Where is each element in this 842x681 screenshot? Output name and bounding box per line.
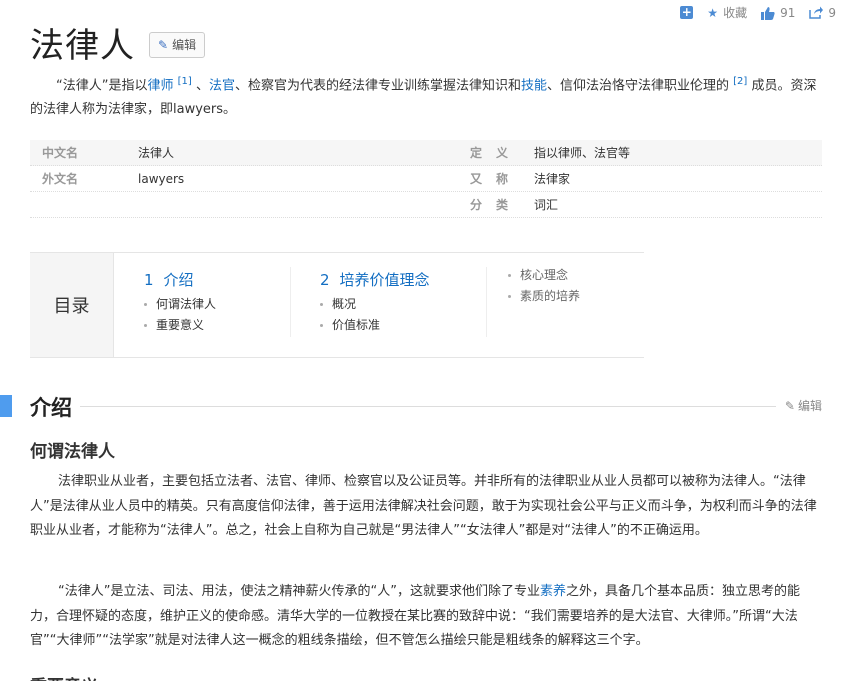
link-skill[interactable]: 技能 (521, 78, 547, 93)
basic-info-box: 中文名 法律人 定义 指以律师、法官等 外文名 lawyers 又称 法律家 分类 词汇 (30, 140, 822, 218)
top-toolbar: + ★ 收藏 91 9 (680, 4, 836, 21)
info-label: 外文名 (42, 172, 79, 186)
summary: “法律人”是指以律师 [1] 、法官、检察官为代表的经法律专业训练掌握法律知识和… (30, 70, 822, 122)
title-row: 法律人 ✎ 编辑 (30, 18, 206, 67)
toc-title: 培养价值理念 (339, 271, 430, 289)
section-marker (0, 395, 12, 417)
link-lawyer[interactable]: 律师 (147, 78, 173, 93)
thumbs-up-icon (761, 6, 775, 20)
info-value: lawyers (138, 171, 185, 186)
plus-square-icon[interactable]: + (680, 6, 694, 19)
toc-title: 介绍 (163, 271, 194, 289)
info-label: 定义 (469, 146, 522, 160)
section-edit-button[interactable]: ✎ 编辑 (785, 397, 822, 414)
paragraph-text: “法律人”是立法、司法、用法，使法之精神薪火传承的“人”，这就要求他们除了专业 (58, 584, 540, 599)
pencil-icon: ✎ (784, 398, 795, 413)
info-label: 分类 (469, 198, 522, 212)
edit-label: 编辑 (172, 38, 197, 52)
summary-text: 、检察官为代表的经法律专业训练掌握法律知识和 (234, 78, 521, 94)
info-value: 指以律师、法官等 (534, 146, 631, 160)
link-literacy[interactable]: 素养 (540, 584, 566, 599)
toc-item[interactable]: 价值标准 (320, 315, 430, 336)
info-row: 中文名 法律人 定义 指以律师、法官等 (30, 140, 822, 166)
toc-item[interactable]: 素质的培养 (508, 286, 580, 307)
summary-text: 、信仰法治恪守法律职业伦理的 (547, 78, 730, 94)
summary-text: “法律人”是指以 (56, 78, 148, 94)
toc-item[interactable]: 概况 (320, 294, 430, 315)
info-value: 法律家 (534, 172, 571, 186)
section-header: 介绍 ✎ 编辑 (0, 392, 822, 422)
info-label: 中文名 (42, 146, 79, 160)
info-row: 外文名 lawyers 又称 法律家 (30, 166, 822, 192)
paragraph: “法律人”是立法、司法、用法，使法之精神薪火传承的“人”，这就要求他们除了专业素… (30, 580, 822, 654)
toc-number: 2 (320, 271, 330, 289)
reference-1[interactable]: [1] (178, 76, 192, 87)
favorite-label: 收藏 (723, 6, 748, 20)
paragraph: 法律职业从业者，主要包括立法者、法官、律师、检察官以及公证员等。并非所有的法律职… (30, 474, 817, 538)
toc-item[interactable]: 何谓法律人 (144, 294, 216, 315)
subsection-title: 何谓法律人 (30, 442, 115, 462)
toc-number: 1 (144, 271, 154, 289)
like-button[interactable]: 91 (761, 6, 795, 20)
toc-heading[interactable]: 2 培养价值理念 (320, 269, 430, 290)
table-of-contents: 目录 1 介绍 何谓法律人 重要意义 2 培养价值理念 概况 价值标准 核心理念 素… (30, 252, 644, 358)
like-count: 91 (780, 5, 796, 20)
toc-label: 目录 (30, 253, 114, 357)
toc-section-2: 2 培养价值理念 概况 价值标准 (320, 269, 430, 336)
section-title: 介绍 (30, 392, 78, 422)
edit-button[interactable]: ✎ 编辑 (149, 31, 206, 58)
toc-item[interactable]: 重要意义 (144, 315, 216, 336)
toc-heading[interactable]: 1 介绍 (144, 269, 216, 290)
reference-2[interactable]: [2] (733, 76, 747, 87)
summary-text: 、 (191, 78, 209, 94)
share-icon (809, 6, 824, 19)
info-label: 又称 (469, 172, 522, 186)
subsection-title: 重要意义 (30, 672, 98, 681)
toc-item[interactable]: 核心理念 (508, 265, 580, 286)
share-count: 9 (828, 5, 836, 20)
section-edit-label: 编辑 (797, 399, 822, 413)
toc-section-3: 核心理念 素质的培养 (508, 265, 580, 307)
star-icon: ★ (707, 5, 719, 20)
toc-divider (290, 267, 291, 337)
toc-section-1: 1 介绍 何谓法律人 重要意义 (144, 269, 216, 336)
pencil-icon: ✎ (158, 37, 169, 52)
info-value: 词汇 (534, 198, 559, 212)
toc-divider (486, 267, 487, 337)
link-judge[interactable]: 法官 (209, 78, 235, 93)
info-row: 分类 词汇 (30, 192, 822, 218)
page-title: 法律人 (30, 26, 135, 66)
favorite-button[interactable]: ★ 收藏 (707, 4, 747, 21)
share-button[interactable]: 9 (809, 6, 836, 20)
info-value: 法律人 (138, 146, 175, 160)
section-divider (80, 406, 776, 407)
